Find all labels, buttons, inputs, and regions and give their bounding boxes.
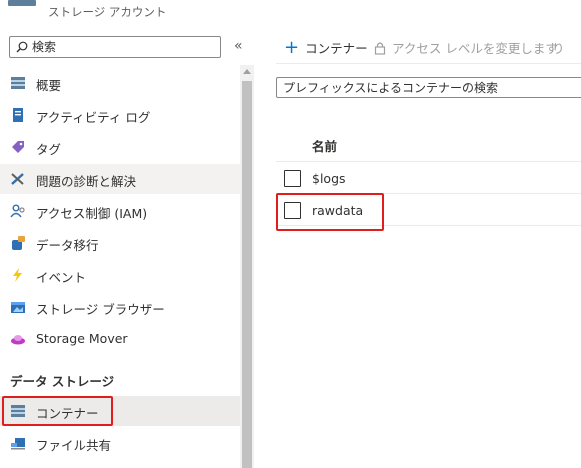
sidebar-item-label: タグ [36,142,62,157]
add-container-label: コンテナー [305,41,368,56]
file-share-icon [11,438,25,450]
container-search-box[interactable] [276,77,581,98]
toolbar-divider [276,63,581,64]
sidebar-item-storage-mover[interactable]: Storage Mover [0,324,240,354]
sidebar-item-label: Storage Mover [36,331,128,346]
section-title-data-storage: データ ストレージ [10,374,115,389]
iam-icon [10,204,25,218]
plus-icon: + [284,36,300,58]
highlight-box-rawdata [276,193,384,231]
sidebar-search[interactable] [9,36,221,58]
sidebar-item-iam[interactable]: アクセス制御 (IAM) [0,196,240,226]
row-checkbox[interactable] [284,170,301,187]
sidebar-item-label: 概要 [36,78,62,93]
sidebar-item-events[interactable]: イベント [0,260,240,290]
storage-mover-icon [11,335,25,345]
overview-icon [11,77,25,89]
sidebar-item-label: アクセス制御 (IAM) [36,206,148,221]
scrollbar-thumb[interactable] [242,81,252,468]
sidebar-item-activity-log[interactable]: アクティビティ ログ [0,100,240,130]
storage-browser-icon [11,302,25,313]
search-icon [16,41,28,53]
tag-icon [12,141,24,153]
sidebar-item-diagnose[interactable]: 問題の診断と解決 [0,164,240,194]
change-access-level-button[interactable]: アクセス レベルを変更します [374,38,558,57]
scroll-up-arrow-icon[interactable] [243,69,251,74]
sidebar-scrollbar[interactable] [240,65,254,468]
column-header-name[interactable]: 名前 [312,136,337,155]
wrench-icon [11,173,24,185]
command-bar: + コンテナー アクセス レベルを変更します り [256,28,581,62]
sidebar-item-label: アクティビティ ログ [36,110,151,125]
activity-log-icon [13,108,23,122]
table-row[interactable]: $logs [276,161,581,193]
undo-button[interactable]: り [552,38,565,57]
sidebar-item-tags[interactable]: タグ [0,132,240,162]
add-container-button[interactable]: + コンテナー [284,38,368,57]
container-name[interactable]: $logs [312,171,346,186]
sidebar-item-label: 問題の診断と解決 [36,174,137,189]
collapse-sidebar-button[interactable]: « [234,38,242,54]
lock-icon [374,41,386,55]
sidebar-item-label: ファイル共有 [36,438,112,453]
lightning-icon [13,268,22,282]
sidebar-item-storage-browser[interactable]: ストレージ ブラウザー [0,292,240,322]
highlight-box-containers [2,396,113,426]
sidebar-item-label: イベント [36,270,87,285]
sidebar-item-label: データ移行 [36,238,99,253]
resource-type-subtitle: ストレージ アカウント [48,5,167,19]
sidebar-item-overview[interactable]: 概要 [0,68,240,98]
change-access-level-label: アクセス レベルを変更します [392,41,558,56]
sidebar-item-label: ストレージ ブラウザー [36,302,165,317]
sidebar-item-data-migration[interactable]: データ移行 [0,228,240,258]
sidebar-search-input[interactable] [32,39,218,55]
sidebar-item-file-shares[interactable]: ファイル共有 [0,428,240,458]
data-migration-icon [12,236,25,250]
storage-account-icon [8,0,36,6]
container-search-input[interactable] [283,80,578,95]
main-content: + コンテナー アクセス レベルを変更します り 名前 $logs rawdat… [256,28,581,468]
